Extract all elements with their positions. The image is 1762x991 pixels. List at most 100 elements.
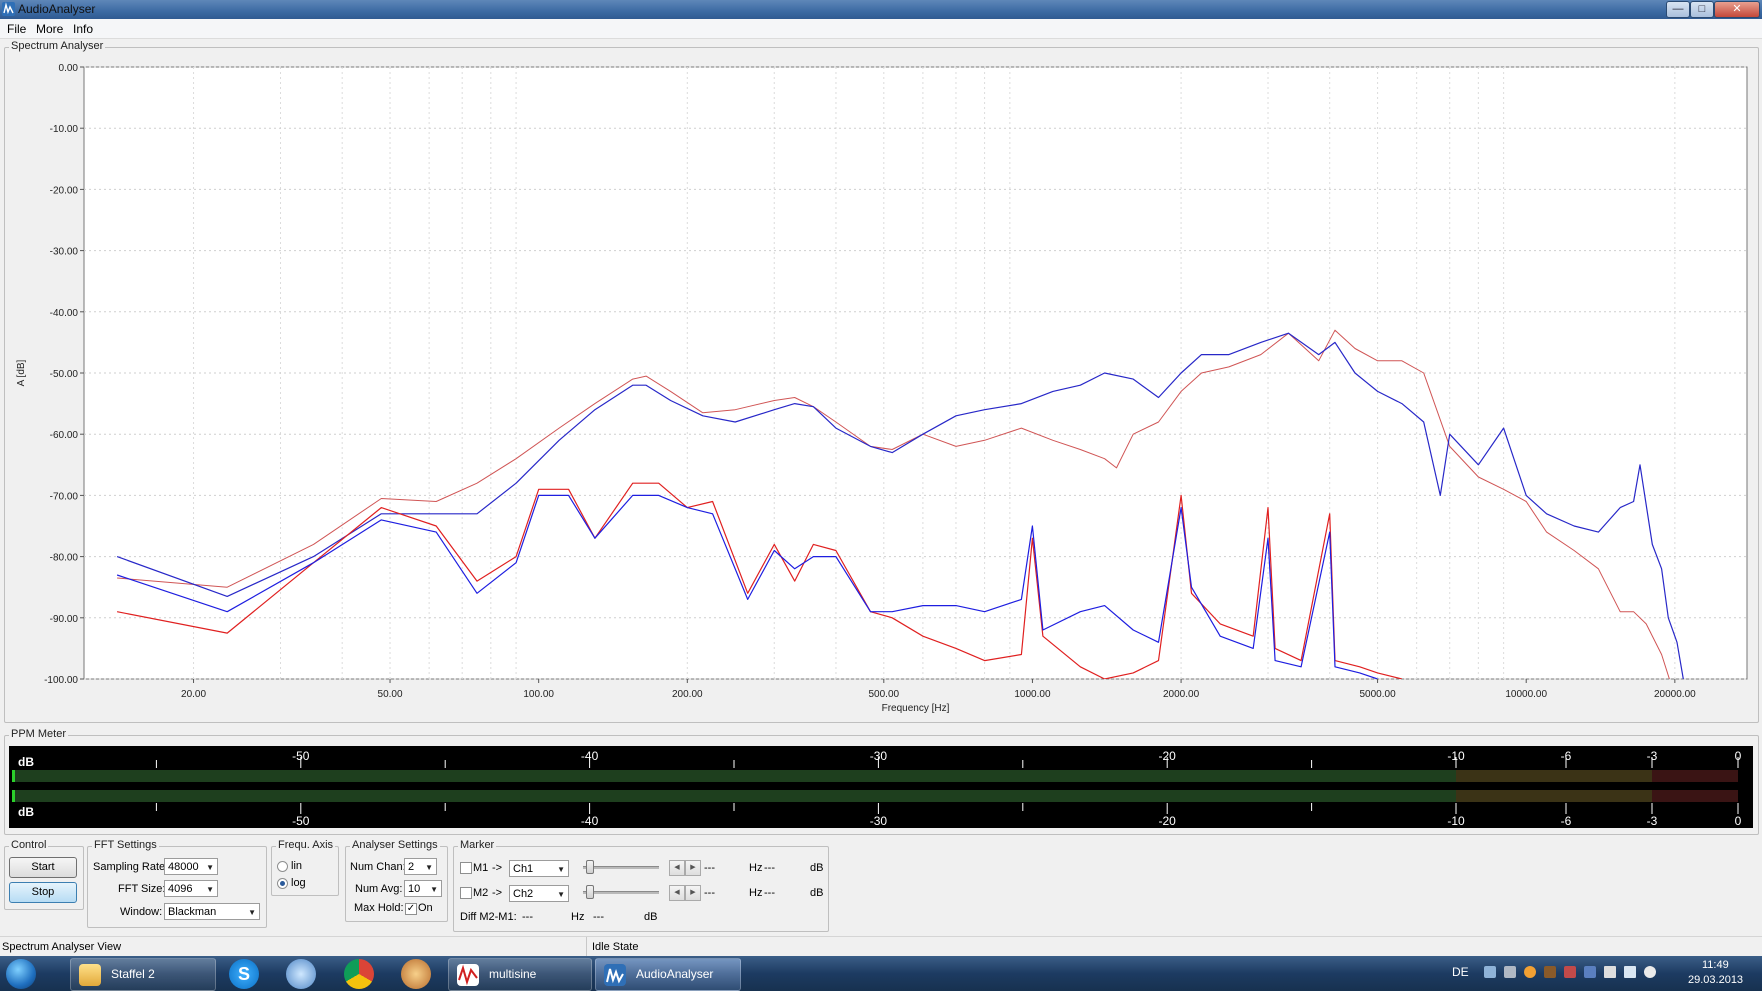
chevron-down-icon: ▼ bbox=[557, 865, 565, 874]
axis-log-label: log bbox=[291, 877, 306, 889]
num-chan-value: 2 bbox=[408, 861, 415, 873]
antivirus-icon[interactable] bbox=[1564, 966, 1576, 978]
fft-size-select[interactable]: 4096 ▼ bbox=[164, 880, 218, 897]
ppm-tick-label-bottom: 0 bbox=[1735, 814, 1742, 828]
start-button[interactable]: Start bbox=[9, 857, 77, 878]
m2-slider[interactable] bbox=[583, 891, 659, 894]
bluetooth-icon[interactable] bbox=[1584, 966, 1596, 978]
diff-hz-unit: Hz bbox=[571, 911, 585, 923]
arrow-right-icon: ▶ bbox=[690, 864, 696, 871]
m1-slider[interactable] bbox=[583, 866, 659, 869]
ppm-tick-label-bottom: -10 bbox=[1447, 814, 1465, 828]
m1-channel-select[interactable]: Ch1 ▼ bbox=[509, 860, 569, 877]
ppm-unit-top: dB bbox=[18, 755, 34, 769]
audioanalyser-icon bbox=[604, 964, 626, 986]
diff-freq-value: --- bbox=[522, 911, 533, 923]
m1-slider-thumb[interactable] bbox=[586, 860, 594, 874]
axis-log-radio[interactable] bbox=[277, 878, 288, 889]
ppm-tick-label-bottom: -6 bbox=[1561, 814, 1572, 828]
volume-icon[interactable] bbox=[1644, 966, 1656, 978]
m2-right-button[interactable]: ▶ bbox=[685, 885, 701, 901]
ppm-tick-label-top: 0 bbox=[1735, 749, 1742, 763]
taskbar-item-multisine[interactable]: multisine bbox=[448, 958, 592, 991]
arrow-left-icon: ◀ bbox=[674, 864, 680, 871]
window-select[interactable]: Blackman ▼ bbox=[164, 903, 260, 920]
update-icon[interactable] bbox=[1524, 966, 1536, 978]
chevron-down-icon: ▼ bbox=[248, 908, 256, 917]
meter-zone-red bbox=[1652, 770, 1738, 782]
ppm-tick-label-top: -3 bbox=[1647, 749, 1658, 763]
ppm-tick-label-top: -20 bbox=[1159, 749, 1177, 763]
network-icon[interactable] bbox=[1484, 966, 1496, 978]
diff-db-unit: dB bbox=[644, 911, 658, 923]
ppm-tick-label-top: -40 bbox=[581, 749, 599, 763]
ppm-meter-scale: dBdB-50-50-40-40-30-30-20-20-10-10-6-6-3… bbox=[12, 749, 1742, 828]
monitor-icon[interactable] bbox=[1504, 966, 1516, 978]
m1-label: M1 bbox=[473, 862, 489, 874]
marker-label: Marker bbox=[458, 839, 497, 851]
m2-checkbox[interactable] bbox=[460, 887, 472, 899]
m2-channel-select[interactable]: Ch2 ▼ bbox=[509, 885, 569, 902]
m1-hz-unit: Hz bbox=[749, 862, 763, 874]
num-chan-select[interactable]: 2 ▼ bbox=[404, 858, 437, 875]
taskbar-item-label: AudioAnalyser bbox=[636, 967, 714, 981]
chevron-down-icon: ▼ bbox=[557, 890, 565, 899]
fft-size-label: FFT Size: bbox=[118, 883, 166, 895]
ppm-unit-bottom: dB bbox=[18, 805, 34, 819]
fft-settings-label: FFT Settings bbox=[92, 839, 159, 851]
chevron-down-icon: ▼ bbox=[206, 885, 214, 894]
m1-checkbox[interactable] bbox=[460, 862, 472, 874]
chevron-down-icon: ▼ bbox=[430, 885, 438, 894]
m2-slider-thumb[interactable] bbox=[586, 885, 594, 899]
meter-zone-yellow bbox=[1456, 770, 1652, 782]
m1-left-button[interactable]: ◀ bbox=[669, 860, 685, 876]
ppm-tick-label-top: -6 bbox=[1561, 749, 1572, 763]
max-hold-checkbox[interactable]: ✓ bbox=[405, 903, 417, 915]
m2-freq-value: --- bbox=[704, 887, 715, 899]
checkmark-icon: ✓ bbox=[406, 903, 416, 914]
meter-zone-green bbox=[12, 790, 1456, 802]
sampling-rate-select[interactable]: 48000 ▼ bbox=[164, 858, 218, 875]
tray-app-icon[interactable] bbox=[1544, 966, 1556, 978]
sampling-rate-value: 48000 bbox=[168, 861, 199, 873]
m2-label: M2 bbox=[473, 887, 489, 899]
sampling-rate-label: Sampling Rate: bbox=[93, 861, 169, 873]
num-avg-select[interactable]: 10 ▼ bbox=[404, 880, 442, 897]
ppm-tick-label-bottom: -3 bbox=[1647, 814, 1658, 828]
status-divider bbox=[586, 937, 587, 957]
window-label: Window: bbox=[120, 906, 163, 918]
ppm-tick-label-bottom: -40 bbox=[581, 814, 599, 828]
chevron-down-icon: ▼ bbox=[206, 863, 214, 872]
num-avg-label: Num Avg: bbox=[355, 883, 403, 895]
skype-icon[interactable]: S bbox=[229, 959, 259, 989]
flag-icon[interactable] bbox=[1604, 966, 1616, 978]
m2-hz-unit: Hz bbox=[749, 887, 763, 899]
axis-lin-radio[interactable] bbox=[277, 861, 288, 872]
m1-right-button[interactable]: ▶ bbox=[685, 860, 701, 876]
folder-icon bbox=[79, 964, 101, 986]
clock-time[interactable]: 11:49 bbox=[1702, 959, 1729, 971]
ppm-tick-label-bottom: -20 bbox=[1159, 814, 1177, 828]
m2-channel-value: Ch2 bbox=[513, 888, 534, 900]
itunes-icon[interactable] bbox=[286, 959, 316, 989]
ppm-tick-label-top: -30 bbox=[870, 749, 888, 763]
ppm-tick-label-top: -50 bbox=[292, 749, 310, 763]
taskbar-item-audioanalyser[interactable]: AudioAnalyser bbox=[595, 958, 741, 991]
meter-zone-green bbox=[12, 770, 1456, 782]
status-state: Idle State bbox=[592, 941, 639, 953]
language-indicator[interactable]: DE bbox=[1452, 965, 1469, 979]
m2-level-value: --- bbox=[764, 887, 775, 899]
taskbar-item-staffel[interactable]: Staffel 2 bbox=[70, 958, 216, 991]
taskbar-item-label: Staffel 2 bbox=[111, 967, 155, 981]
stop-button[interactable]: Stop bbox=[9, 882, 77, 903]
frequ-axis-label: Frequ. Axis bbox=[276, 839, 336, 851]
clock-date[interactable]: 29.03.2013 bbox=[1688, 974, 1743, 986]
chrome-icon[interactable] bbox=[344, 959, 374, 989]
signal-icon[interactable] bbox=[1624, 966, 1636, 978]
m2-left-button[interactable]: ◀ bbox=[669, 885, 685, 901]
status-bar: Spectrum Analyser View Idle State bbox=[0, 936, 1762, 957]
monkey-app-icon[interactable] bbox=[401, 959, 431, 989]
system-tray bbox=[1480, 966, 1660, 980]
start-menu-icon[interactable] bbox=[6, 959, 36, 989]
m1-arrow: -> bbox=[492, 862, 503, 874]
